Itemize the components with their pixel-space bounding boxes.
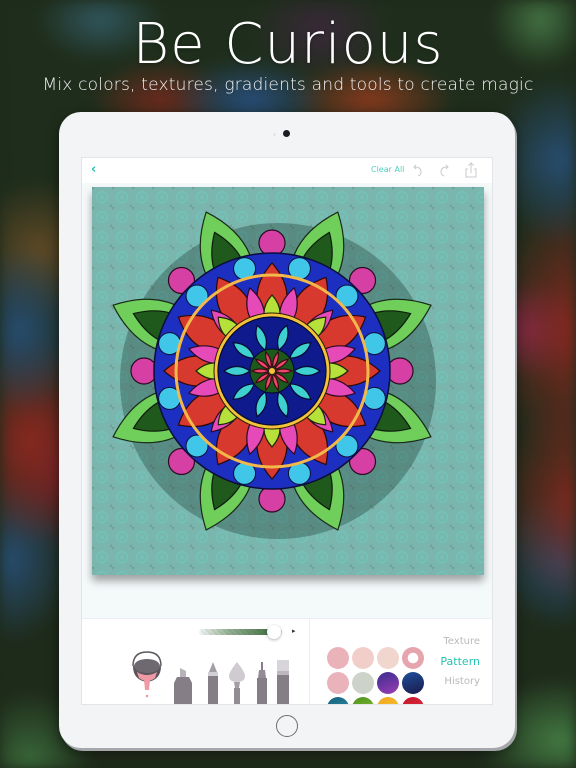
slider-thumb[interactable] bbox=[266, 625, 281, 639]
paint-bucket-tool[interactable] bbox=[130, 646, 164, 704]
undo-button[interactable] bbox=[411, 162, 425, 178]
tab-texture[interactable]: Texture bbox=[443, 636, 480, 647]
clear-all-button[interactable]: Clear All bbox=[371, 164, 404, 176]
brush-icon bbox=[229, 662, 245, 704]
magenta-knob bbox=[258, 485, 286, 513]
tab-pattern[interactable]: Pattern bbox=[440, 655, 480, 668]
magenta-knob bbox=[258, 229, 286, 257]
tools-pane: ▸ bbox=[82, 619, 310, 704]
eraser-tool[interactable] bbox=[276, 660, 290, 704]
chevron-left-icon: ‹ bbox=[91, 162, 97, 177]
share-icon bbox=[465, 162, 477, 178]
slider-arrow-icon: ▸ bbox=[292, 627, 296, 635]
redo-icon bbox=[440, 164, 449, 177]
app-screen: ‹ Clear All ▸ Texture Pattern History bbox=[81, 157, 493, 705]
center-petal bbox=[273, 368, 294, 374]
magenta-knob bbox=[386, 357, 414, 385]
canvas-area bbox=[82, 183, 492, 618]
color-swatch[interactable] bbox=[352, 672, 374, 694]
tablet-device: ‹ Clear All ▸ Texture Pattern History bbox=[59, 112, 515, 748]
pencil-tool[interactable] bbox=[206, 662, 220, 704]
marker-icon bbox=[174, 668, 192, 704]
promo-headline: Be Curious bbox=[132, 12, 444, 77]
color-swatch[interactable] bbox=[402, 697, 424, 704]
color-swatch[interactable] bbox=[377, 672, 399, 694]
front-camera bbox=[283, 130, 290, 137]
color-swatch[interactable] bbox=[377, 697, 399, 704]
home-button[interactable] bbox=[276, 715, 298, 737]
marker-tool[interactable] bbox=[172, 668, 194, 704]
color-swatch[interactable] bbox=[352, 647, 374, 669]
color-swatch[interactable] bbox=[327, 672, 349, 694]
color-swatch[interactable] bbox=[327, 697, 349, 704]
tool-panel: ▸ Texture Pattern History bbox=[82, 618, 492, 704]
color-swatch[interactable] bbox=[327, 647, 349, 669]
color-swatch[interactable] bbox=[402, 647, 424, 669]
color-swatch[interactable] bbox=[377, 647, 399, 669]
undo-icon bbox=[413, 164, 422, 177]
center-petal bbox=[250, 368, 271, 374]
redo-button[interactable] bbox=[437, 162, 451, 178]
promo-subline: Mix colors, textures, gradients and tool… bbox=[42, 75, 534, 95]
fineliner-tool[interactable] bbox=[256, 662, 268, 704]
share-button[interactable] bbox=[464, 162, 478, 178]
pencil-icon bbox=[208, 662, 218, 704]
light-sensor bbox=[273, 133, 276, 136]
color-swatch[interactable] bbox=[402, 672, 424, 694]
mandala-artwork[interactable] bbox=[92, 187, 484, 575]
color-swatch[interactable] bbox=[352, 697, 374, 704]
center-dot bbox=[269, 368, 275, 374]
eraser-icon bbox=[277, 660, 289, 704]
top-toolbar: ‹ Clear All bbox=[82, 158, 492, 183]
fineliner-icon bbox=[257, 662, 267, 704]
slider-fill bbox=[199, 629, 274, 635]
paint-bucket-icon bbox=[132, 651, 162, 698]
tab-history[interactable]: History bbox=[444, 676, 480, 687]
magenta-knob bbox=[130, 357, 158, 385]
swatch-pane: Texture Pattern History bbox=[310, 619, 492, 704]
back-button[interactable]: ‹ bbox=[91, 162, 105, 178]
mandala-illustration bbox=[112, 211, 436, 539]
brush-tool[interactable] bbox=[228, 662, 246, 704]
